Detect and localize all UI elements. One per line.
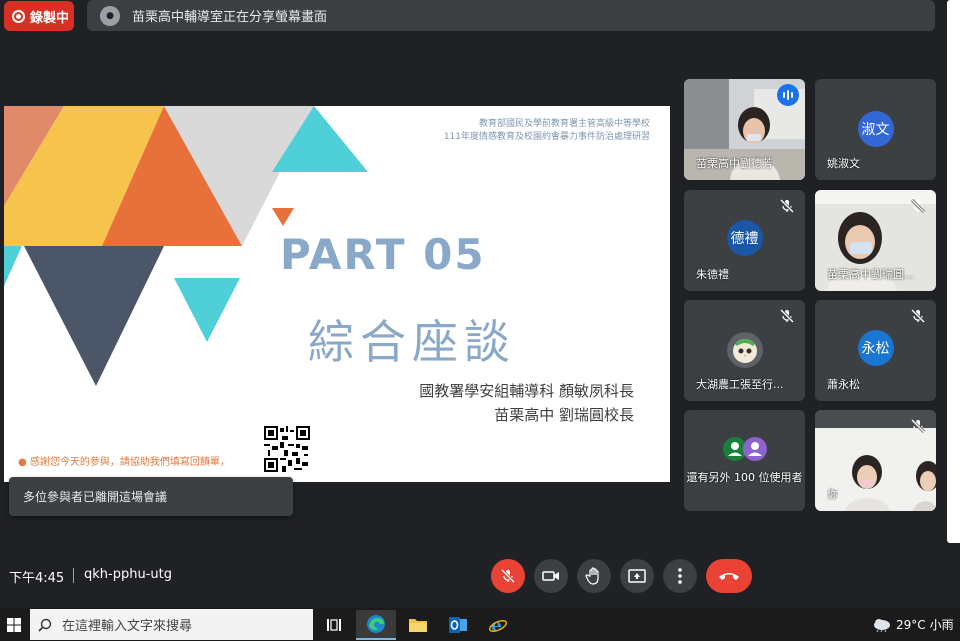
weather-condition: 小雨 <box>929 618 954 632</box>
task-view-button[interactable] <box>314 610 354 640</box>
taskbar-file-explorer[interactable] <box>398 610 438 640</box>
presenting-text: 苗栗高中輔導室正在分享螢幕畫面 <box>132 10 328 25</box>
task-view-icon <box>327 619 341 631</box>
outlook-icon <box>449 617 467 633</box>
slide-header: 教育部國民及學前教育署主管高級中等學校 111年度情感教育及校園約會暴力事件防治… <box>444 118 650 144</box>
slide-speaker-1: 國教署學安組輔導科 顏敏夙科長 <box>419 382 634 400</box>
present-screen-button[interactable] <box>620 559 654 593</box>
group-avatars-icon <box>723 437 767 461</box>
weather-widget[interactable]: 29°C 小雨 <box>872 616 954 633</box>
mic-off-icon <box>910 308 926 324</box>
mic-toggle-button[interactable] <box>491 559 525 593</box>
participant-tile-6[interactable]: 永松 蕭永松 <box>815 300 936 401</box>
participant-name: 你 <box>827 488 838 501</box>
participant-name: 苗栗高中劉德芳 <box>696 157 773 170</box>
slide-decoration <box>4 106 368 386</box>
slide-thanks-text: ● 感謝您今天的參與，請協助我們填寫回饋單， <box>18 457 230 468</box>
mic-off-icon <box>779 198 795 214</box>
internet-explorer-icon: e <box>488 616 508 635</box>
participant-name: 大湖農工張至行... <box>696 378 784 391</box>
windows-logo-icon <box>7 617 21 632</box>
participant-name: 姚淑文 <box>827 157 860 170</box>
more-options-button[interactable] <box>663 559 697 593</box>
taskbar-outlook[interactable] <box>438 610 478 640</box>
start-button[interactable] <box>0 608 28 641</box>
present-screen-icon <box>628 569 646 583</box>
participant-name: 蕭永松 <box>827 378 860 391</box>
hang-up-icon <box>719 573 739 580</box>
meeting-control-bar: 下午4:45 qkh-pphu-utg <box>0 543 960 608</box>
more-vert-icon <box>678 568 682 584</box>
camera-toggle-button[interactable] <box>534 559 568 593</box>
cloud-rain-icon <box>874 618 890 632</box>
hand-icon <box>585 567 599 585</box>
participant-tile-2[interactable]: 淑文 姚淑文 <box>815 79 936 180</box>
taskbar-search-box[interactable]: 在這裡輸入文字來搜尋 <box>30 609 313 640</box>
slide-part-number: PART 05 <box>280 230 486 279</box>
search-placeholder: 在這裡輸入文字來搜尋 <box>62 619 193 634</box>
participants-left-toast: 多位參與者已離開這場會議 <box>9 477 293 516</box>
slide-header-line-2: 111年度情感教育及校園約會暴力事件防治處理研習 <box>443 132 650 142</box>
owl-character-icon <box>726 332 763 368</box>
folder-icon <box>409 619 427 632</box>
recording-label: 錄製中 <box>30 10 70 26</box>
leave-call-button[interactable] <box>706 559 752 593</box>
raise-hand-button[interactable] <box>577 559 611 593</box>
edge-browser-icon <box>367 615 385 633</box>
windows-taskbar: 在這裡輸入文字來搜尋 e 29°C 小雨 <box>0 608 960 641</box>
mic-off-icon <box>500 568 516 584</box>
meeting-time: 下午4:45 <box>9 571 65 586</box>
qr-code-icon <box>264 426 310 472</box>
presenting-banner: ● 苗栗高中輔導室正在分享螢幕畫面 <box>87 0 935 31</box>
participant-tile-1[interactable]: 苗栗高中劉德芳 <box>684 79 805 180</box>
shared-screen-slide: 教育部國民及學前教育署主管高級中等學校 111年度情感教育及校園約會暴力事件防治… <box>4 106 670 482</box>
weather-temperature: 29°C <box>896 617 926 632</box>
camera-icon <box>542 571 559 581</box>
slide-speaker-2: 苗栗高中 劉瑞圓校長 <box>494 406 634 424</box>
participant-tile-3[interactable]: 德禮 朱德禮 <box>684 190 805 291</box>
mic-off-icon <box>779 308 795 324</box>
taskbar-edge-browser[interactable] <box>356 610 396 640</box>
participant-tile-5[interactable]: 大湖農工張至行... <box>684 300 805 401</box>
more-participants-tile[interactable]: 還有另外 100 位使用者 <box>684 410 805 511</box>
participant-name: 苗栗高中劉瑞圓... <box>827 268 915 281</box>
record-icon <box>12 9 25 23</box>
top-bar: 錄製中 ● 苗栗高中輔導室正在分享螢幕畫面 <box>0 0 960 36</box>
search-icon <box>38 618 52 632</box>
side-panel-edge <box>947 0 960 543</box>
participant-name: 朱德禮 <box>696 268 729 281</box>
user-avatar-icon: ● <box>100 5 120 26</box>
slide-header-line-1: 教育部國民及學前教育署主管高級中等學校 <box>478 119 650 129</box>
toast-text: 多位參與者已離開這場會議 <box>23 490 168 504</box>
speaking-indicator-icon <box>777 84 799 106</box>
more-participants-label: 還有另外 100 位使用者 <box>686 471 803 484</box>
participant-avatar: 德禮 <box>726 220 763 256</box>
slide-topic: 綜合座談 <box>308 315 516 369</box>
recording-indicator[interactable]: 錄製中 <box>4 1 74 31</box>
meeting-code[interactable]: qkh-pphu-utg <box>84 567 172 582</box>
divider <box>73 568 74 583</box>
self-view-tile[interactable]: 你 <box>815 410 936 511</box>
taskbar-internet-explorer[interactable]: e <box>478 610 518 640</box>
mic-off-icon <box>910 198 926 214</box>
participant-tile-4[interactable]: 苗栗高中劉瑞圓... <box>815 190 936 291</box>
participant-avatar: 永松 <box>857 330 894 366</box>
participant-avatar: 淑文 <box>857 111 894 147</box>
mic-off-icon <box>910 418 926 434</box>
